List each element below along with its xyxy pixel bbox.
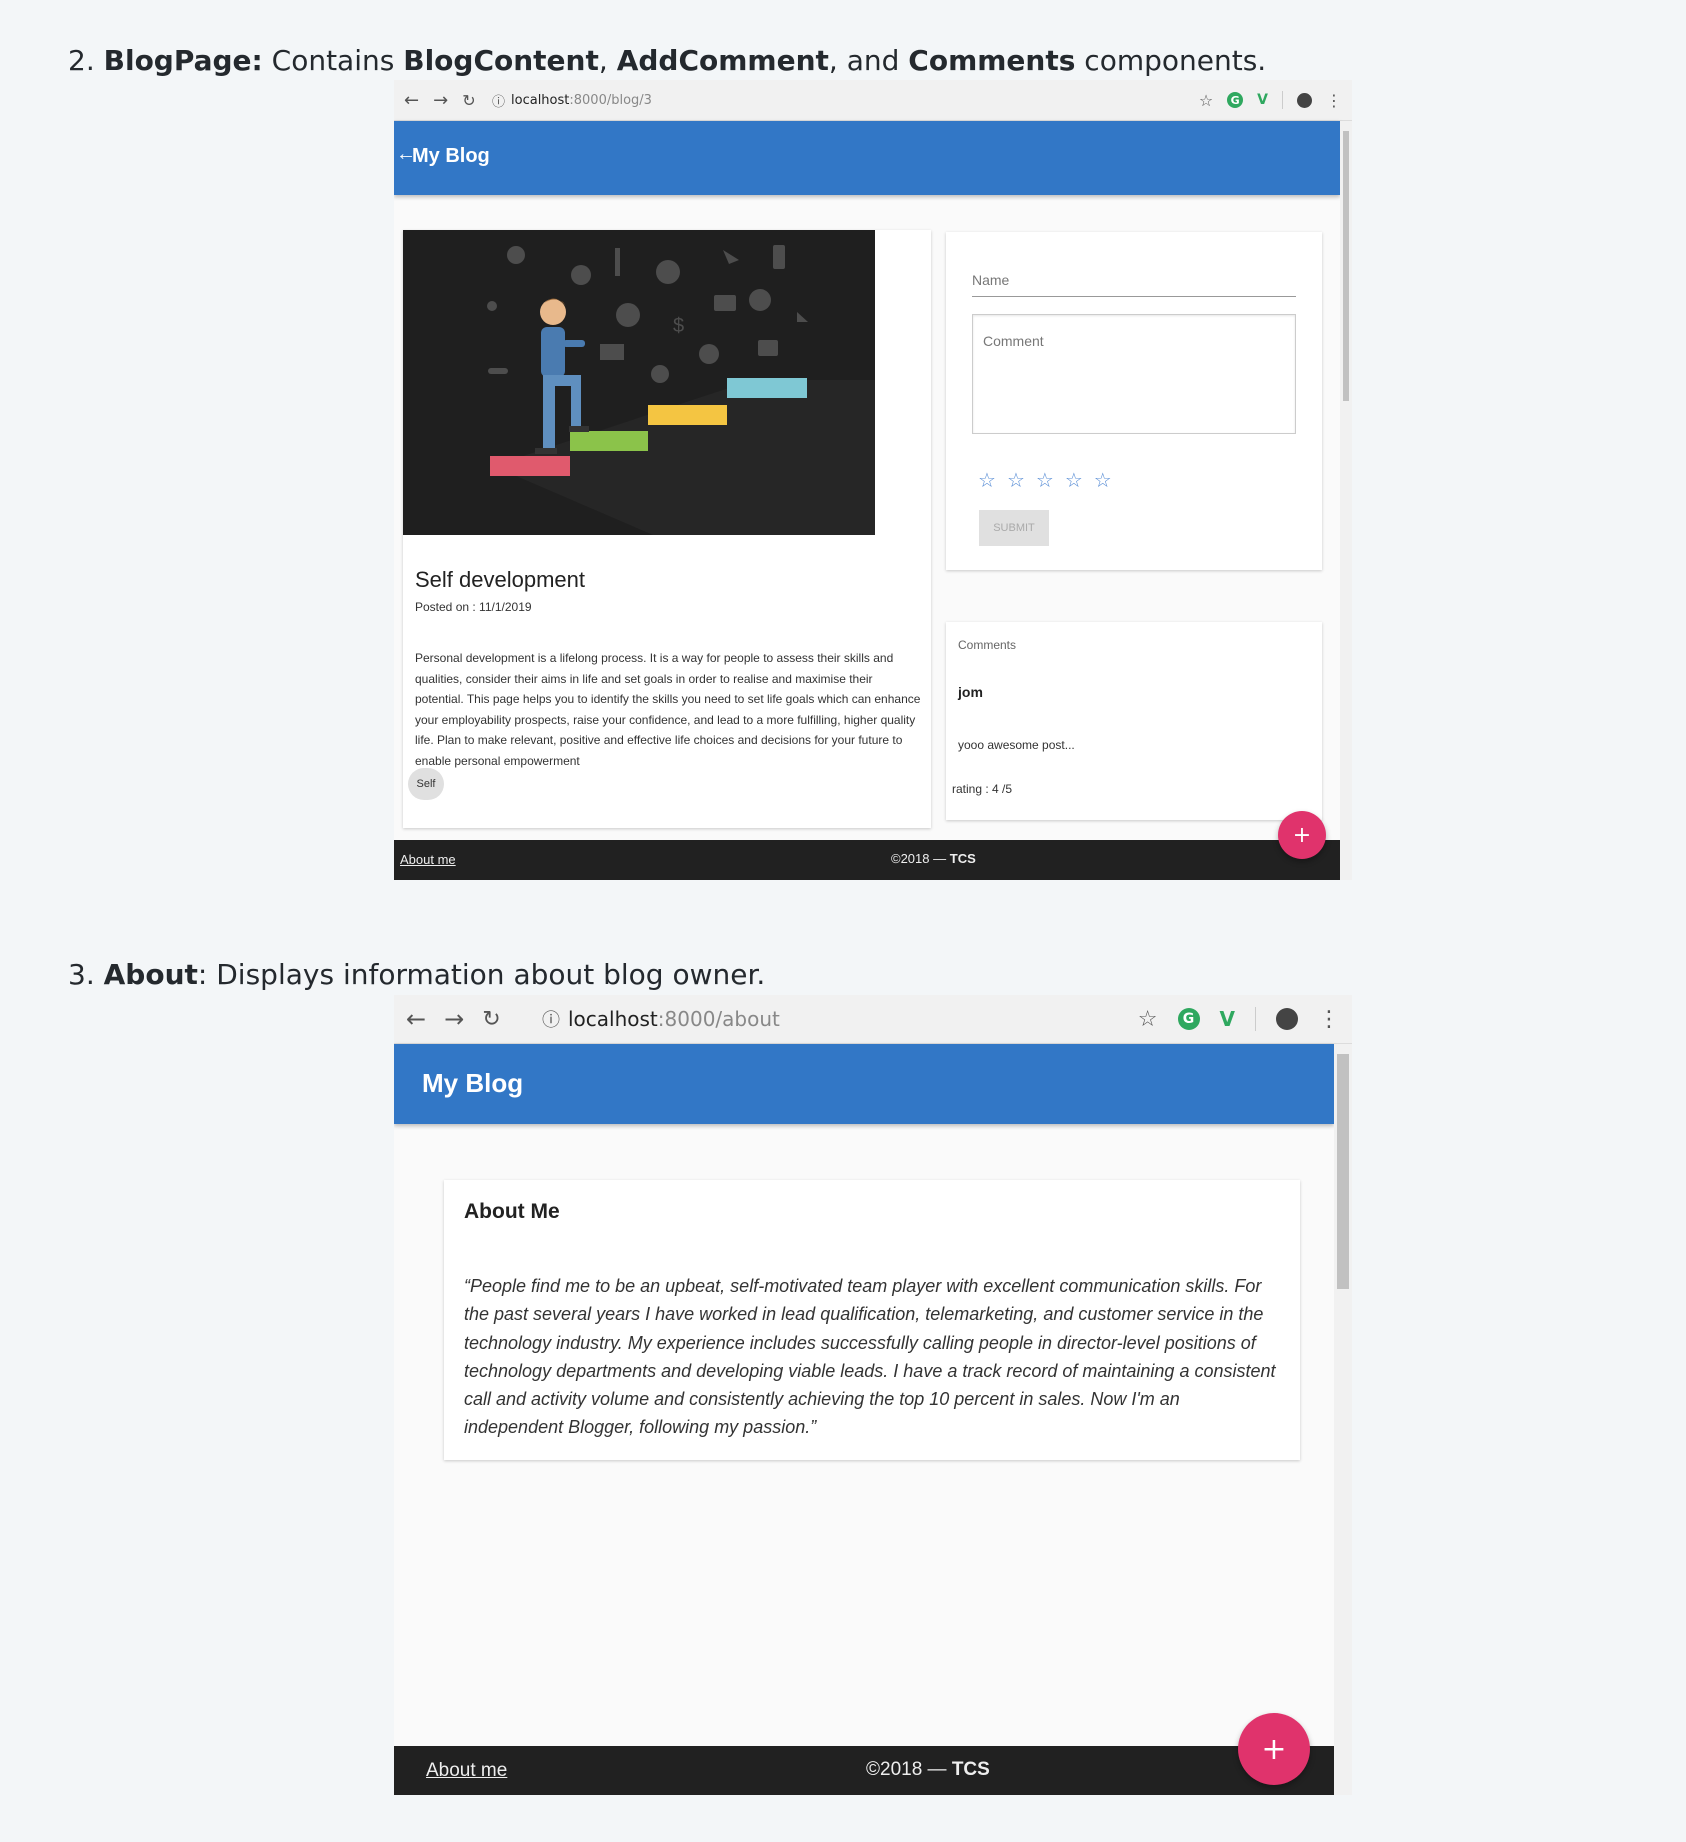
step-number: 3. (68, 958, 95, 991)
reload-icon[interactable]: ↻ (462, 91, 475, 110)
forward-arrow-icon[interactable]: → (433, 90, 448, 111)
rating-stars: ☆ ☆ ☆ ☆ ☆ (978, 468, 1112, 492)
step-number: 2. (68, 44, 95, 77)
scrollbar-thumb[interactable] (1343, 131, 1349, 401)
address-bar[interactable]: ⓘ localhost:8000/blog/3 (492, 91, 1199, 110)
reload-icon[interactable]: ↻ (482, 1007, 500, 1032)
comment-textarea[interactable]: Comment (972, 314, 1296, 434)
back-arrow-icon[interactable]: ← (404, 90, 419, 111)
info-icon: ⓘ (492, 94, 506, 110)
address-bar[interactable]: ⓘ localhost:8000/about (542, 1006, 1138, 1032)
back-arrow-icon[interactable]: ← (406, 1005, 426, 1033)
component-blogcontent: BlogContent (403, 44, 599, 77)
heading-text: Contains (262, 44, 404, 77)
bookmark-star-icon[interactable]: ☆ (1138, 1007, 1158, 1032)
account-icon[interactable] (1297, 92, 1312, 108)
company-name: TCS (949, 851, 976, 866)
add-fab-button[interactable]: + (1238, 1713, 1310, 1785)
add-fab-button[interactable]: + (1278, 811, 1326, 859)
about-me-link[interactable]: About me (426, 1760, 507, 1782)
page-scrollbar[interactable] (1334, 1044, 1352, 1795)
comments-heading: Comments (958, 638, 1017, 652)
url-path: :8000/blog/3 (569, 92, 652, 108)
blog-posted-date: Posted on : 11/1/2019 (415, 600, 532, 614)
footer: About me ©2018 — TCS (394, 840, 1340, 880)
app-title[interactable]: My Blog (422, 1068, 523, 1099)
star-icon[interactable]: ☆ (1094, 468, 1112, 492)
comment-author: jom (958, 684, 983, 700)
name-input[interactable]: Name (972, 272, 1009, 288)
company-name: TCS (951, 1759, 990, 1780)
star-icon[interactable]: ☆ (978, 468, 996, 492)
add-comment-card: Name Comment ☆ ☆ ☆ ☆ ☆ SUBMIT (946, 232, 1322, 570)
footer: About me ©2018 — TCS (394, 1746, 1334, 1795)
copyright: ©2018 — TCS (866, 1759, 990, 1781)
blog-content-card: $ Self development Posted on : 11/1/2019… (403, 230, 931, 828)
comment-placeholder: Comment (983, 333, 1044, 349)
comment-rating: rating : 4 /5 (952, 782, 1013, 796)
about-screenshot: ← → ↻ ⓘ localhost:8000/about ☆ G V ⋮ My … (394, 995, 1352, 1795)
browser-toolbar: ← → ↻ ⓘ localhost:8000/about ☆ G V ⋮ (394, 995, 1352, 1044)
about-me-link[interactable]: About me (400, 852, 456, 867)
menu-dots-icon[interactable]: ⋮ (1326, 91, 1342, 110)
section-3-heading: 3. About: Displays information about blo… (68, 958, 765, 991)
blogpage-screenshot: ← → ↻ ⓘ localhost:8000/blog/3 ☆ G V ⋮ ← … (394, 80, 1352, 880)
about-me-card: About Me “People find me to be an upbeat… (444, 1180, 1300, 1460)
vue-devtools-extension-icon[interactable]: V (1220, 1007, 1235, 1031)
menu-dots-icon[interactable]: ⋮ (1318, 1007, 1340, 1032)
app-bar: ← My Blog (394, 121, 1340, 195)
heading-text: : Displays information about blog owner. (197, 958, 766, 991)
component-addcomment: AddComment (616, 44, 829, 77)
grammarly-extension-icon[interactable]: G (1177, 1008, 1200, 1030)
component-name: About (103, 958, 198, 991)
comments-card: Comments jom yooo awesome post... rating… (946, 622, 1322, 820)
url-path: :8000/about (657, 1007, 780, 1031)
star-icon[interactable]: ☆ (1036, 468, 1054, 492)
bookmark-star-icon[interactable]: ☆ (1199, 91, 1213, 110)
component-name: BlogPage: (103, 44, 263, 77)
star-icon[interactable]: ☆ (1007, 468, 1025, 492)
comment-text: yooo awesome post... (958, 738, 1075, 752)
vue-devtools-extension-icon[interactable]: V (1257, 92, 1268, 108)
about-me-quote: “People find me to be an upbeat, self-mo… (464, 1276, 1276, 1438)
scrollbar-thumb[interactable] (1337, 1054, 1349, 1289)
info-icon: ⓘ (542, 1010, 560, 1031)
app-bar: My Blog (394, 1044, 1334, 1124)
svg-text:$: $ (673, 315, 684, 337)
about-me-heading: About Me (464, 1200, 560, 1223)
copyright: ©2018 — TCS (891, 851, 976, 866)
toolbar-separator (1255, 1007, 1256, 1031)
heading-text: components. (1075, 44, 1267, 77)
url-host: localhost (568, 1007, 658, 1031)
account-icon[interactable] (1276, 1008, 1298, 1030)
page-scrollbar[interactable] (1340, 121, 1352, 880)
grammarly-extension-icon[interactable]: G (1227, 92, 1244, 108)
blog-hero-image: $ (403, 230, 875, 535)
forward-arrow-icon[interactable]: → (444, 1005, 464, 1033)
browser-toolbar: ← → ↻ ⓘ localhost:8000/blog/3 ☆ G V ⋮ (394, 80, 1352, 121)
copyright-text: ©2018 — (866, 1759, 947, 1780)
tag-chip[interactable]: Self (408, 768, 444, 800)
section-2-heading: 2. BlogPage: Contains BlogContent, AddCo… (68, 44, 1266, 77)
blog-title: Self development (415, 567, 585, 592)
star-icon[interactable]: ☆ (1065, 468, 1083, 492)
heading-text: , and (828, 44, 909, 77)
name-input-underline (972, 296, 1296, 297)
blog-body-text: Personal development is a lifelong proce… (415, 651, 921, 768)
submit-button[interactable]: SUBMIT (979, 510, 1049, 546)
copyright-text: ©2018 — (891, 851, 947, 866)
toolbar-separator (1282, 91, 1283, 109)
app-title[interactable]: My Blog (412, 145, 490, 168)
heading-comma: , (598, 44, 617, 77)
component-comments: Comments (908, 44, 1076, 77)
url-host: localhost (511, 92, 570, 108)
